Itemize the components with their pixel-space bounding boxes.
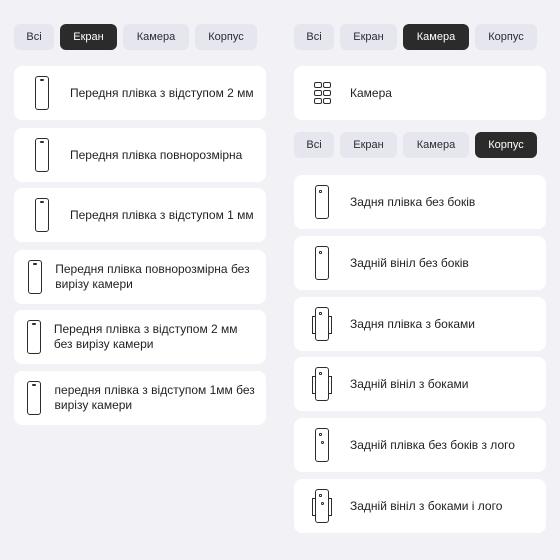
- phone-front-icon: [27, 260, 42, 294]
- list-item-label: Передня плівка з відступом 2 мм: [70, 85, 254, 100]
- list-item-label: Задній вініл без боків: [350, 255, 469, 270]
- tab-all[interactable]: Всі: [14, 24, 54, 50]
- phone-back-logo-icon: [315, 428, 329, 462]
- list-item[interactable]: Передня плівка з відступом 1 мм: [14, 188, 266, 242]
- tab-screen[interactable]: Екран: [340, 24, 397, 50]
- phone-front-icon: [27, 381, 42, 415]
- list-item[interactable]: Задня плівка без боків: [294, 175, 546, 229]
- list-item-label: Задній вініл з боками: [350, 376, 469, 391]
- list-item[interactable]: передня плівка з відступом 1мм без виріз…: [14, 371, 266, 425]
- list-item[interactable]: Передня плівка повнорозмірна: [14, 128, 266, 182]
- phone-front-icon: [35, 76, 49, 110]
- list-item-label: Передня плівка з відступом 1 мм: [70, 207, 254, 222]
- tab-all[interactable]: Всі: [294, 24, 334, 50]
- phone-back-sides-icon: [312, 367, 332, 401]
- list-item-camera[interactable]: Камера: [294, 66, 546, 120]
- phone-back-icon: [315, 246, 329, 280]
- list-item[interactable]: Задня плівка з боками: [294, 297, 546, 351]
- list-item-label: Задній плівка без боків з лого: [350, 437, 515, 452]
- list-item[interactable]: Задній вініл з боками: [294, 357, 546, 411]
- list-item[interactable]: Передня плівка з відступом 2 мм без вирі…: [14, 310, 266, 364]
- phone-front-icon: [35, 198, 49, 232]
- list-item-label: Задній вініл з боками і лого: [350, 498, 503, 513]
- list-item-label: Задня плівка з боками: [350, 316, 475, 331]
- tab-camera[interactable]: Камера: [123, 24, 189, 50]
- camera-lenses-icon: [313, 82, 331, 104]
- list-item[interactable]: Задній плівка без боків з лого: [294, 418, 546, 472]
- list-item-label: Передня плівка повнорозмірна: [70, 147, 243, 162]
- phone-back-sides-icon: [312, 307, 332, 341]
- tab-camera[interactable]: Камера: [403, 24, 469, 50]
- tab-screen[interactable]: Екран: [60, 24, 117, 50]
- tab-all[interactable]: Всі: [294, 132, 334, 158]
- list-item-label: Задня плівка без боків: [350, 194, 476, 209]
- phone-front-icon: [35, 138, 49, 172]
- tab-body[interactable]: Корпус: [195, 24, 257, 50]
- filter-tabs-camera: Всі Екран Камера Корпус: [294, 24, 537, 50]
- list-item-label: Камера: [350, 85, 392, 100]
- phone-back-icon: [315, 185, 329, 219]
- tab-body[interactable]: Корпус: [475, 132, 537, 158]
- list-item-label: Передня плівка з відступом 2 мм без вирі…: [53, 322, 238, 351]
- list-item-label: передня плівка з відступом 1мм без виріз…: [54, 383, 255, 412]
- phone-back-sides-logo-icon: [312, 489, 332, 523]
- filter-tabs-screen: Всі Екран Камера Корпус: [14, 24, 257, 50]
- list-item[interactable]: Задній вініл з боками і лого: [294, 479, 546, 533]
- tab-body[interactable]: Корпус: [475, 24, 537, 50]
- tab-screen[interactable]: Екран: [340, 132, 397, 158]
- phone-front-icon: [26, 320, 41, 354]
- list-item[interactable]: Передня плівка повнорозмірна без вирізу …: [14, 250, 266, 304]
- list-item-label: Передня плівка повнорозмірна без вирізу …: [55, 262, 250, 291]
- list-item[interactable]: Передня плівка з відступом 2 мм: [14, 66, 266, 120]
- tab-camera[interactable]: Камера: [403, 132, 469, 158]
- list-item[interactable]: Задній вініл без боків: [294, 236, 546, 290]
- filter-tabs-body: Всі Екран Камера Корпус: [294, 132, 537, 158]
